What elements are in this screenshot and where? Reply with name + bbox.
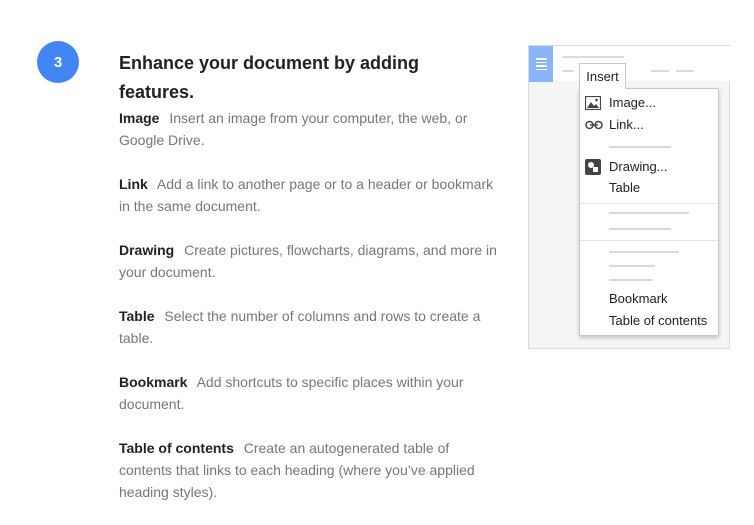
menu-item-bookmark[interactable]: Bookmark bbox=[609, 291, 668, 307]
feature-term: Link bbox=[119, 176, 148, 192]
menu-item-drawing[interactable]: Drawing... bbox=[609, 159, 668, 175]
section-heading: Enhance your document by adding features… bbox=[119, 53, 420, 102]
feature-table: Table Select the number of columns and r… bbox=[119, 305, 499, 349]
features-section: Enhance your document by adding features… bbox=[119, 49, 499, 525]
insert-menu-tab[interactable]: Insert bbox=[579, 63, 626, 89]
placeholder-line bbox=[609, 265, 655, 267]
menu-item-table[interactable]: Table bbox=[609, 180, 640, 196]
menu-item-table-of-contents[interactable]: Table of contents bbox=[609, 313, 707, 329]
link-icon bbox=[585, 120, 603, 130]
document-icon bbox=[529, 46, 553, 82]
placeholder-line bbox=[609, 251, 679, 253]
feature-term: Table bbox=[119, 308, 155, 324]
feature-table-of-contents: Table of contents Create an autogenerate… bbox=[119, 437, 499, 503]
placeholder-line bbox=[609, 279, 653, 281]
drawing-icon bbox=[585, 159, 601, 175]
feature-term: Image bbox=[119, 110, 160, 126]
insert-menu-dropdown: Image... Link... Drawing... Table Bookma… bbox=[579, 88, 719, 336]
placeholder-line bbox=[676, 70, 694, 72]
placeholder-line bbox=[609, 212, 689, 214]
insert-menu-illustration: Insert Image... Link... Drawing... Table bbox=[528, 45, 731, 349]
placeholder-line bbox=[609, 228, 671, 230]
placeholder-line bbox=[651, 70, 669, 72]
placeholder-line bbox=[562, 56, 624, 58]
feature-description: Create pictures, flowcharts, diagrams, a… bbox=[119, 242, 497, 280]
feature-description: Add a link to another page or to a heade… bbox=[119, 176, 494, 214]
feature-image: Image Insert an image from your computer… bbox=[119, 107, 499, 151]
feature-drawing: Drawing Create pictures, flowcharts, dia… bbox=[119, 239, 499, 283]
placeholder-line bbox=[562, 70, 574, 72]
menu-item-link[interactable]: Link... bbox=[609, 117, 644, 133]
feature-link: Link Add a link to another page or to a … bbox=[119, 173, 499, 217]
feature-term: Drawing bbox=[119, 242, 175, 258]
docs-toolbar-strip bbox=[529, 46, 731, 81]
placeholder-line bbox=[609, 146, 671, 148]
feature-description: Select the number of columns and rows to… bbox=[119, 308, 481, 346]
feature-description: Insert an image from your computer, the … bbox=[119, 110, 468, 148]
menu-separator bbox=[580, 203, 718, 204]
feature-term: Bookmark bbox=[119, 374, 188, 390]
menu-item-image[interactable]: Image... bbox=[609, 95, 656, 111]
menu-separator bbox=[580, 240, 718, 241]
image-icon bbox=[585, 96, 601, 110]
step-number-badge: 3 bbox=[37, 41, 79, 83]
feature-bookmark: Bookmark Add shortcuts to specific place… bbox=[119, 371, 499, 415]
feature-term: Table of contents bbox=[119, 440, 234, 456]
